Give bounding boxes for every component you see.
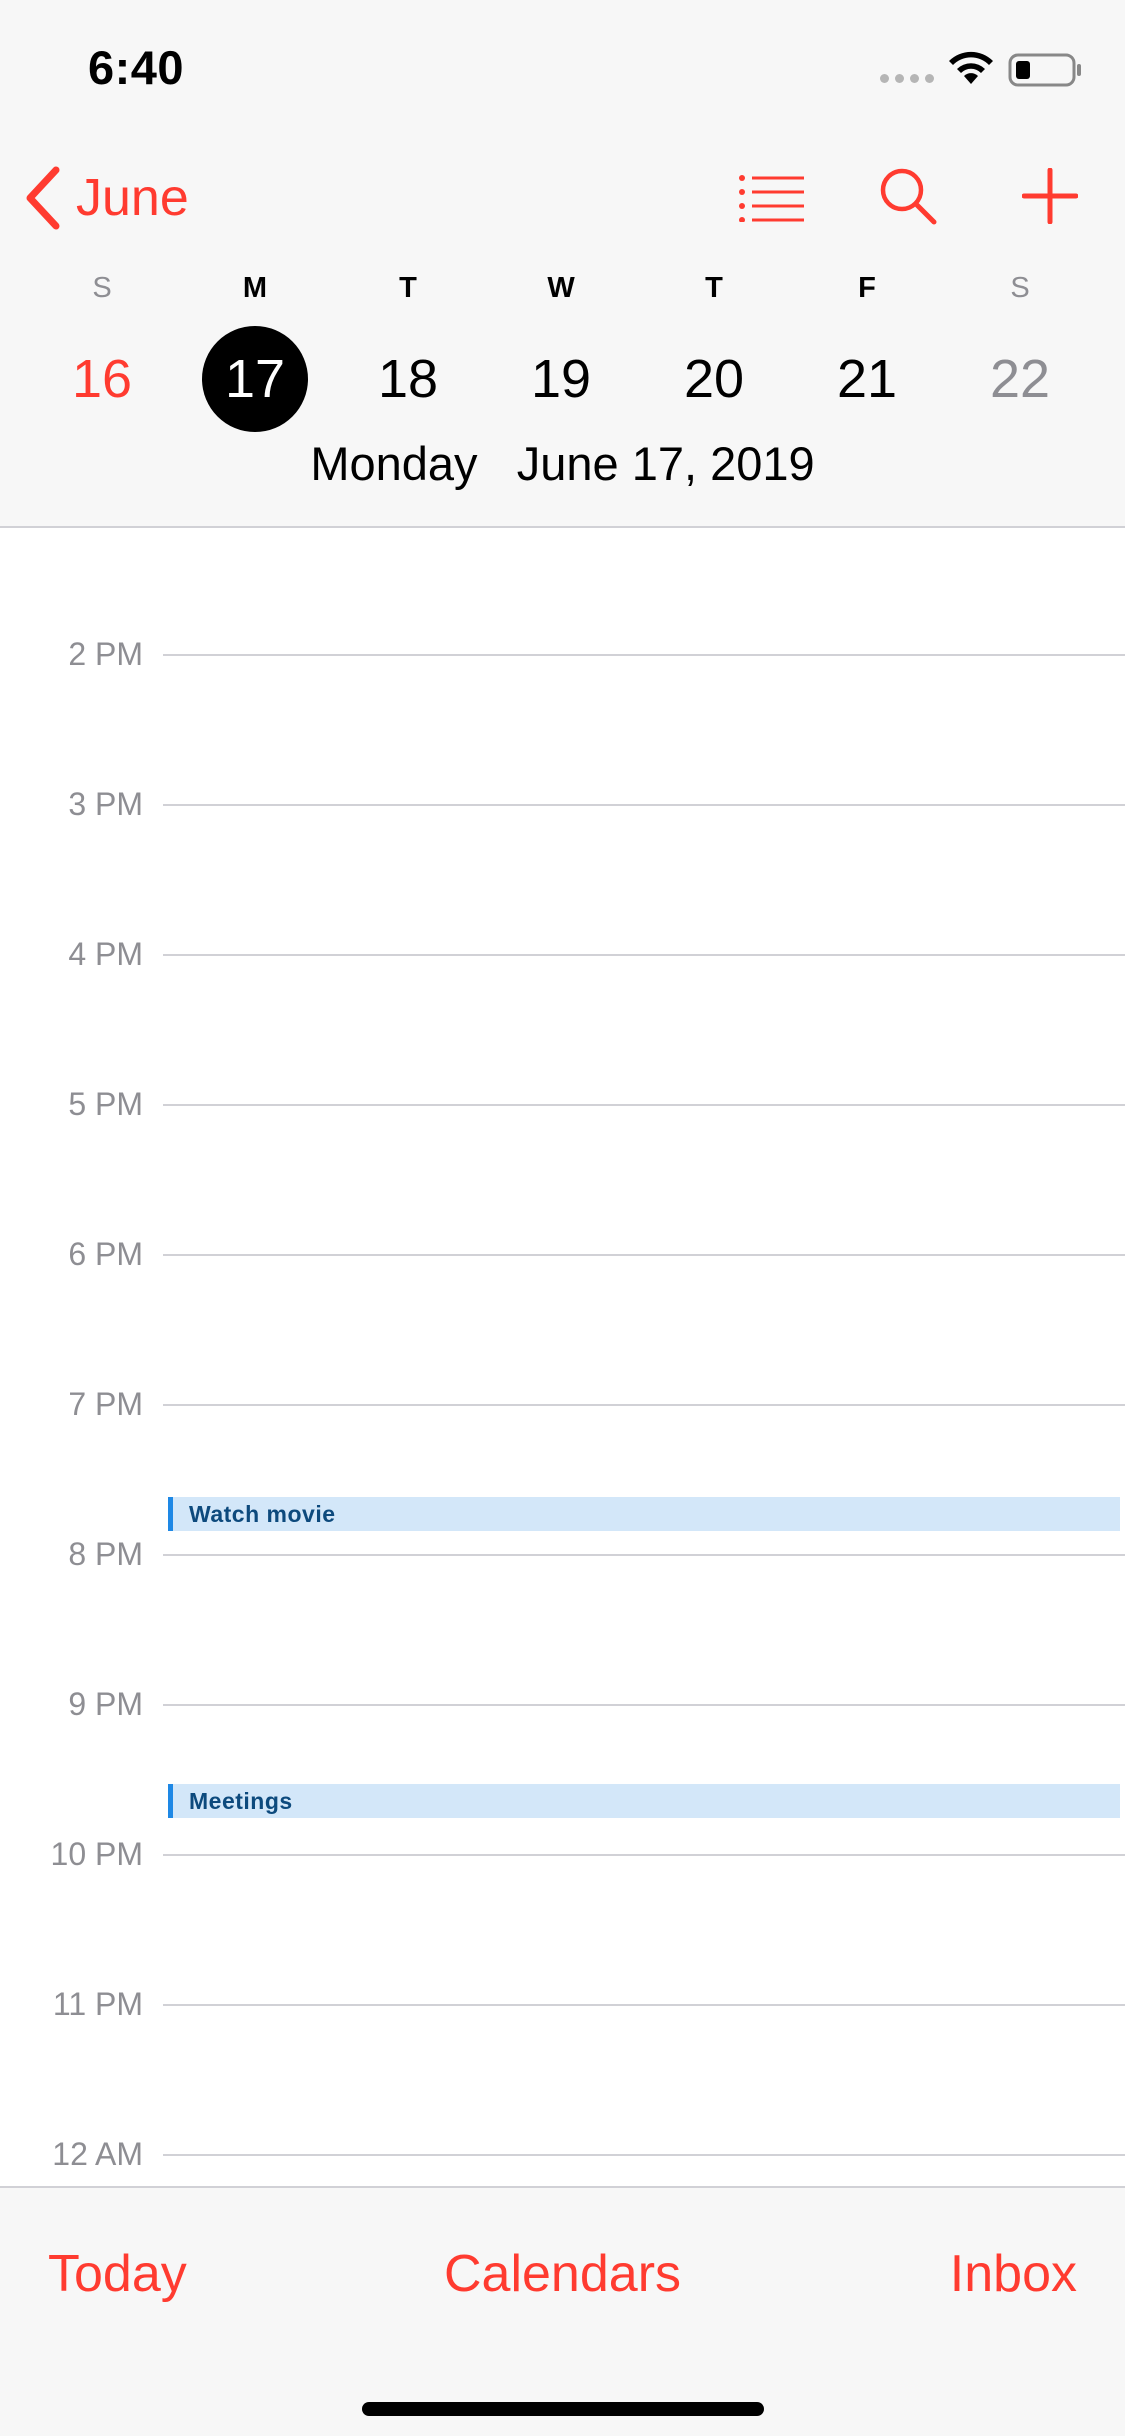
- search-icon[interactable]: [878, 166, 938, 226]
- hour-label: 8 PM: [68, 1536, 143, 1572]
- battery-icon: [1008, 53, 1081, 87]
- hour-row: 8 PM: [0, 1536, 1125, 1572]
- hour-divider: [163, 1254, 1125, 1256]
- hour-row: 11 PM: [0, 1986, 1125, 2022]
- hour-label: 9 PM: [68, 1686, 143, 1722]
- hour-divider: [163, 2004, 1125, 2006]
- hour-row: 2 PM: [0, 636, 1125, 672]
- weekday-letter: W: [547, 272, 575, 304]
- day-timeline[interactable]: 2 PM 3 PM 4 PM 5 PM 6 PM 7 PM 8 PM 9 PM …: [0, 528, 1125, 2188]
- hour-divider: [163, 2154, 1125, 2156]
- list-icon[interactable]: [738, 174, 806, 222]
- week-day-strip: 16 17 18 19 20 21 22: [0, 326, 1125, 432]
- hour-row: 6 PM: [0, 1236, 1125, 1272]
- hour-label: 12 AM: [52, 2136, 143, 2172]
- back-label: June: [76, 169, 189, 227]
- hour-divider: [163, 1854, 1125, 1856]
- hour-label: 11 PM: [52, 1986, 143, 2022]
- day-16[interactable]: 16: [49, 326, 155, 432]
- calendars-button[interactable]: Calendars: [444, 2245, 681, 2303]
- day-19[interactable]: 19: [508, 326, 614, 432]
- hour-row: 3 PM: [0, 786, 1125, 822]
- weekday-letter: T: [399, 272, 417, 304]
- hour-row: 10 PM: [0, 1836, 1125, 1872]
- status-time: 6:40: [88, 41, 185, 94]
- weekday-letters: S M T W T F S: [0, 272, 1125, 312]
- hour-row: 9 PM: [0, 1686, 1125, 1722]
- weekday-letter: F: [858, 272, 876, 304]
- day-22[interactable]: 22: [967, 326, 1073, 432]
- hour-label: 2 PM: [68, 636, 143, 672]
- hour-row: 5 PM: [0, 1086, 1125, 1122]
- hour-label: 6 PM: [68, 1236, 143, 1272]
- chevron-left-icon: [26, 166, 60, 230]
- weekday-letter: T: [705, 272, 723, 304]
- hour-label: 5 PM: [68, 1086, 143, 1122]
- hour-divider: [163, 954, 1125, 956]
- day-20[interactable]: 20: [661, 326, 767, 432]
- hour-row: 12 AM: [0, 2136, 1125, 2172]
- bottom-toolbar: Today Calendars Inbox: [0, 2186, 1125, 2436]
- hour-divider: [163, 804, 1125, 806]
- hour-label: 4 PM: [68, 936, 143, 972]
- weekday-letter: S: [1010, 272, 1030, 304]
- hour-divider: [163, 654, 1125, 656]
- hour-row: 4 PM: [0, 936, 1125, 972]
- calendar-header: 6:40 June S M T W T F S 16 17 18 19 20 2…: [0, 0, 1125, 528]
- hour-label: 3 PM: [68, 786, 143, 822]
- today-button[interactable]: Today: [48, 2244, 187, 2304]
- hour-label: 10 PM: [50, 1836, 143, 1872]
- home-indicator[interactable]: [362, 2402, 764, 2416]
- hour-divider: [163, 1704, 1125, 1706]
- selected-weekday: Monday: [310, 437, 478, 490]
- cellular-signal-icon: [880, 74, 934, 83]
- selected-date-label: Monday June 17, 2019: [0, 436, 1125, 491]
- inbox-button[interactable]: Inbox: [950, 2244, 1077, 2304]
- day-21[interactable]: 21: [814, 326, 920, 432]
- day-17-selected[interactable]: 17: [202, 326, 308, 432]
- back-to-month-button[interactable]: June: [24, 166, 189, 230]
- plus-icon[interactable]: [1022, 168, 1078, 224]
- hour-row: 7 PM: [0, 1386, 1125, 1422]
- selected-full-date: June 17, 2019: [516, 437, 815, 490]
- event-meetings[interactable]: Meetings: [168, 1784, 1120, 1818]
- wifi-icon: [949, 51, 993, 84]
- hour-label: 7 PM: [68, 1386, 143, 1422]
- weekday-letter: M: [242, 272, 268, 304]
- weekday-letter: S: [92, 272, 112, 304]
- event-watch-movie[interactable]: Watch movie: [168, 1497, 1120, 1531]
- hour-divider: [163, 1104, 1125, 1106]
- hour-divider: [163, 1404, 1125, 1406]
- hour-divider: [163, 1554, 1125, 1556]
- day-18[interactable]: 18: [355, 326, 461, 432]
